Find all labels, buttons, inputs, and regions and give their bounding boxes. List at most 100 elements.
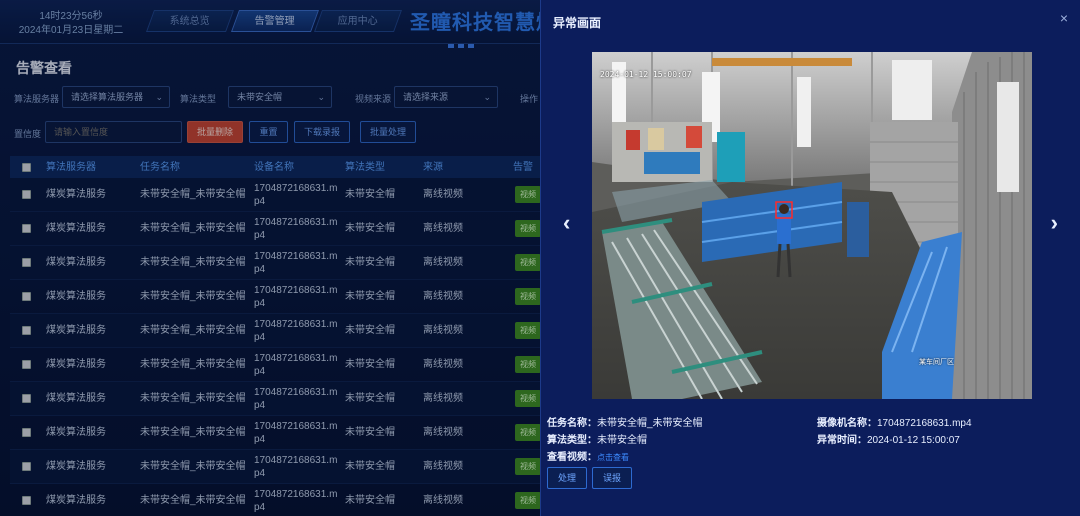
table-row[interactable]: 煤炭算法服务 未带安全帽_未带安全帽 1704872168631.m p4 未带安全帽 离… — [10, 212, 550, 246]
row-algo: 未带安全帽 — [345, 325, 395, 336]
row-device-line2: p4 — [254, 331, 266, 343]
camera-value: 1704872168631.mp4 — [877, 418, 972, 429]
process-button[interactable]: 处理 — [547, 467, 587, 489]
table-row[interactable]: 煤炭算法服务 未带安全帽_未带安全帽 1704872168631.m p4 未带安全帽 离… — [10, 450, 550, 484]
row-device: 1704872168631.m p4 — [254, 314, 337, 347]
row-algo: 未带安全帽 — [345, 359, 395, 370]
close-icon[interactable]: × — [1060, 10, 1068, 26]
row-video-button[interactable]: 视频 — [515, 458, 541, 475]
video-info: 查看视频：点击查看 — [547, 448, 629, 463]
table-row[interactable]: 煤炭算法服务 未带安全帽_未带安全帽 1704872168631.m p4 未带安全帽 离… — [10, 280, 550, 314]
ops-label: 操作 — [520, 94, 539, 104]
row-video-button[interactable]: 视频 — [515, 220, 541, 237]
row-action[interactable]: 视频 — [515, 314, 541, 347]
row-video-button[interactable]: 视频 — [515, 288, 541, 305]
row-video-button[interactable]: 视频 — [515, 322, 541, 339]
row-action[interactable]: 视频 — [515, 246, 541, 279]
row-video-button[interactable]: 视频 — [515, 492, 541, 509]
row-checkbox[interactable] — [22, 280, 31, 313]
download-button[interactable]: 下载录报 — [294, 121, 350, 143]
time-info: 异常时间：2024-01-12 15:00:07 — [817, 431, 960, 446]
tab-app-center[interactable]: 应用中心 — [313, 10, 403, 32]
osd-timestamp: 2024-01-12 15:00:07 — [600, 70, 692, 79]
row-checkbox[interactable] — [22, 382, 31, 415]
row-video-button[interactable]: 视频 — [515, 186, 541, 203]
confidence-input[interactable] — [45, 121, 182, 143]
reset-button[interactable]: 重置 — [249, 121, 288, 143]
video-source-select[interactable]: 请选择来源 ⌄ — [394, 86, 498, 108]
row-action[interactable]: 视频 — [515, 178, 541, 211]
clock-time: 14时23分56秒 — [39, 11, 103, 22]
row-device-line2: p4 — [254, 467, 266, 479]
row-algo: 未带安全帽 — [345, 223, 395, 234]
row-action[interactable]: 视频 — [515, 484, 541, 516]
row-video-button[interactable]: 视频 — [515, 424, 541, 441]
row-device: 1704872168631.m p4 — [254, 382, 337, 415]
row-checkbox[interactable] — [22, 450, 31, 483]
table-row[interactable]: 煤炭算法服务 未带安全帽_未带安全帽 1704872168631.m p4 未带安全帽 离… — [10, 416, 550, 450]
camera-label: 摄像机名称： — [817, 418, 877, 429]
row-device: 1704872168631.m p4 — [254, 416, 337, 449]
prev-arrow-icon[interactable]: ‹ — [563, 210, 570, 236]
row-checkbox[interactable] — [22, 314, 31, 347]
row-action[interactable]: 视频 — [515, 416, 541, 449]
batch-process-button[interactable]: 批量处理 — [360, 121, 416, 143]
row-device: 1704872168631.m p4 — [254, 178, 337, 211]
row-source: 离线视频 — [423, 495, 463, 506]
row-source: 离线视频 — [423, 257, 463, 268]
table-row[interactable]: 煤炭算法服务 未带安全帽_未带安全帽 1704872168631.m p4 未带安全帽 离… — [10, 484, 550, 516]
algo-filter-label: 算法类型 — [180, 94, 217, 104]
row-device: 1704872168631.m p4 — [254, 450, 337, 483]
row-checkbox[interactable] — [22, 178, 31, 211]
row-action[interactable]: 视频 — [515, 450, 541, 483]
row-action[interactable]: 视频 — [515, 212, 541, 245]
table-row[interactable]: 煤炭算法服务 未带安全帽_未带安全帽 1704872168631.m p4 未带安全帽 离… — [10, 348, 550, 382]
tab-alarm-management[interactable]: 告警管理 — [230, 10, 320, 32]
view-video-link[interactable]: 点击查看 — [597, 453, 629, 462]
row-action[interactable]: 视频 — [515, 382, 541, 415]
row-task: 未带安全帽_未带安全帽 — [140, 325, 246, 336]
select-all-checkbox[interactable] — [22, 156, 31, 178]
row-device: 1704872168631.m p4 — [254, 484, 337, 516]
table-body: 煤炭算法服务 未带安全帽_未带安全帽 1704872168631.m p4 未带安全帽离… — [10, 178, 550, 516]
col-source: 来源 — [423, 161, 443, 173]
row-checkbox[interactable] — [22, 246, 31, 279]
row-server: 煤炭算法服务 — [46, 257, 106, 268]
row-source: 离线视频 — [423, 189, 463, 200]
table-row[interactable]: 煤炭算法服务 未带安全帽_未带安全帽 1704872168631.m p4 未带安全帽 离… — [10, 246, 550, 280]
row-action[interactable]: 视频 — [515, 348, 541, 381]
table-row[interactable]: 煤炭算法服务 未带安全帽_未带安全帽 1704872168631.m p4 未带安全帽 离… — [10, 382, 550, 416]
row-source: 离线视频 — [423, 393, 463, 404]
row-checkbox[interactable] — [22, 416, 31, 449]
row-checkbox[interactable] — [22, 348, 31, 381]
chevron-down-icon: ⌄ — [317, 92, 325, 102]
row-algo: 未带安全帽 — [345, 427, 395, 438]
row-device-line2: p4 — [254, 399, 266, 411]
table-row[interactable]: 煤炭算法服务 未带安全帽_未带安全帽 1704872168631.m p4 未带安全帽 离… — [10, 314, 550, 348]
row-algo: 未带安全帽 — [345, 495, 395, 506]
algo-select[interactable]: 未带安全帽 ⌄ — [228, 86, 332, 108]
server-select[interactable]: 请选择算法服务器 ⌄ — [62, 86, 170, 108]
row-video-button[interactable]: 视频 — [515, 254, 541, 271]
table-row[interactable]: 煤炭算法服务 未带安全帽_未带安全帽 1704872168631.m p4 未带安全帽 离… — [10, 178, 550, 212]
row-device-line2: p4 — [254, 365, 266, 377]
brand-decoration — [448, 44, 478, 48]
batch-delete-button[interactable]: 批量删除 — [187, 121, 243, 143]
task-value: 未带安全帽_未带安全帽 — [597, 418, 703, 429]
row-checkbox[interactable] — [22, 484, 31, 516]
false-alarm-button[interactable]: 误报 — [592, 467, 632, 489]
row-source: 离线视频 — [423, 223, 463, 234]
row-video-button[interactable]: 视频 — [515, 356, 541, 373]
row-server: 煤炭算法服务 — [46, 427, 106, 438]
time-label: 异常时间： — [817, 435, 867, 446]
row-action[interactable]: 视频 — [515, 280, 541, 313]
row-checkbox[interactable] — [22, 212, 31, 245]
row-device-line2: p4 — [254, 263, 266, 275]
row-video-button[interactable]: 视频 — [515, 390, 541, 407]
row-source: 离线视频 — [423, 461, 463, 472]
next-arrow-icon[interactable]: › — [1051, 210, 1058, 236]
row-server: 煤炭算法服务 — [46, 189, 106, 200]
row-task: 未带安全帽_未带安全帽 — [140, 359, 246, 370]
row-server: 煤炭算法服务 — [46, 359, 106, 370]
tab-overview[interactable]: 系统总览 — [145, 10, 235, 32]
